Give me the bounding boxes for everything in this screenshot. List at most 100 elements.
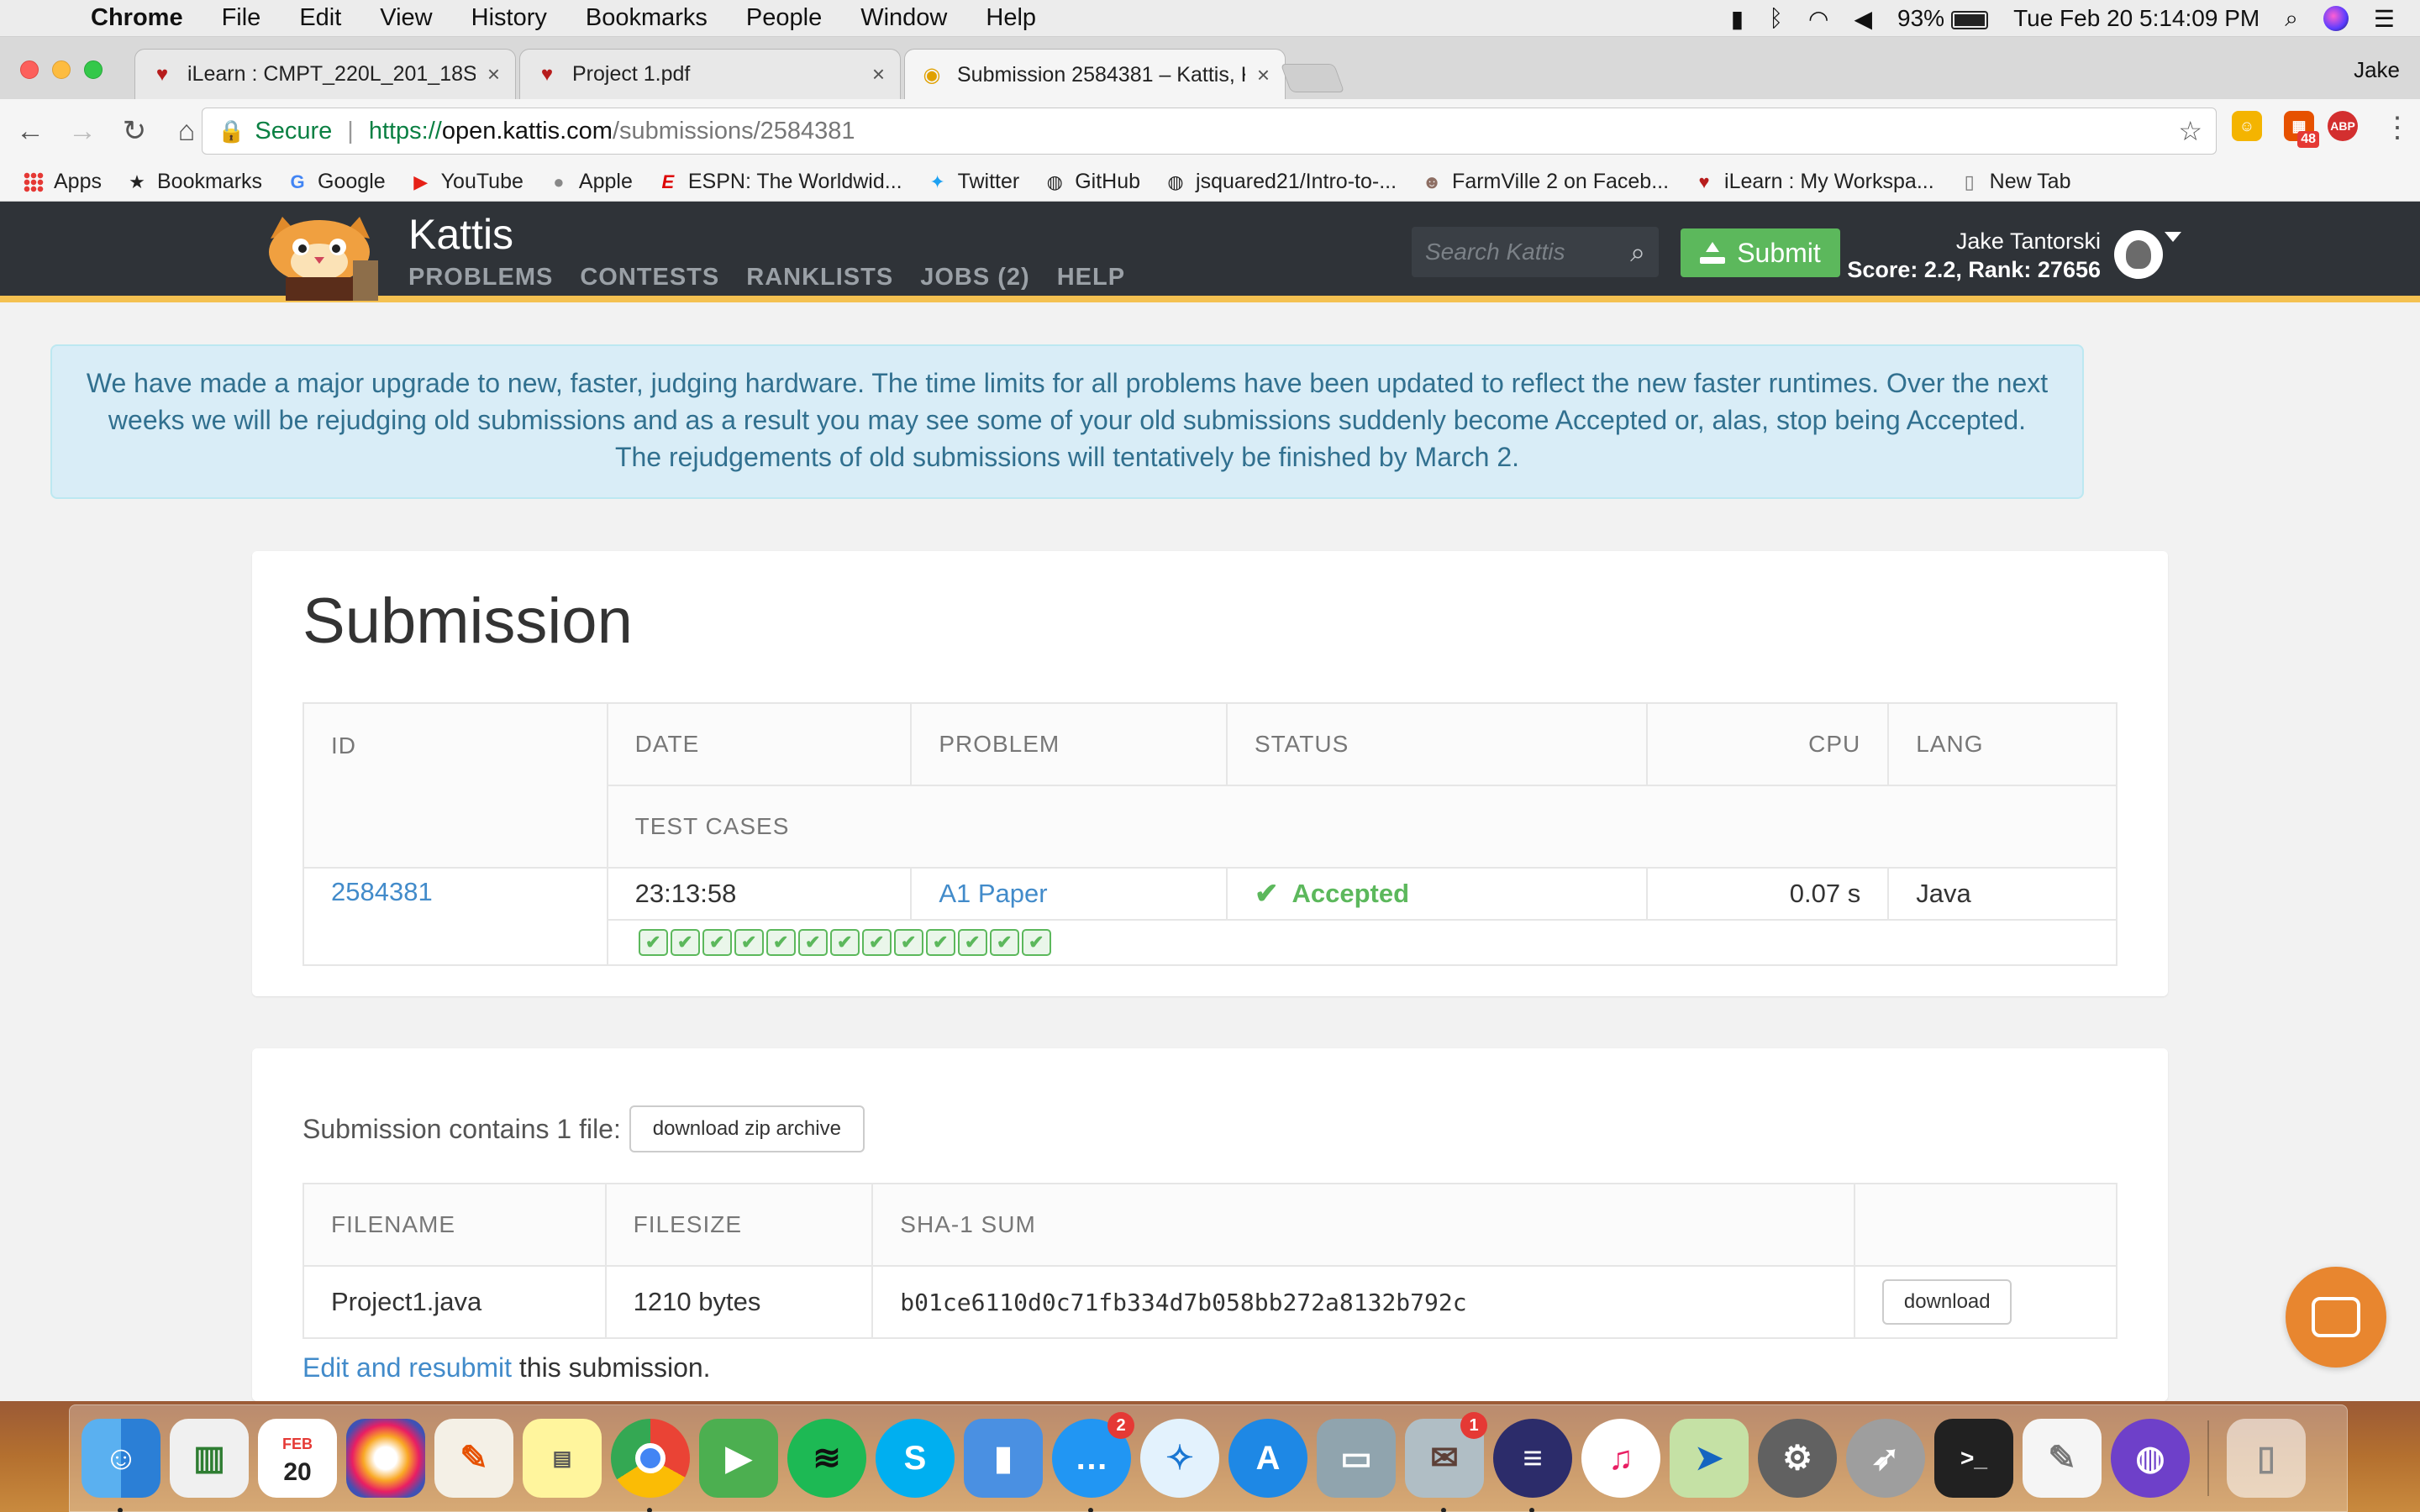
edit-resubmit-link[interactable]: Edit and resubmit — [302, 1352, 512, 1383]
bookmark-status-icon[interactable]: ▮ — [1731, 5, 1744, 33]
forward-arrow-icon[interactable]: → — [60, 115, 104, 148]
trash-icon[interactable]: ▯ — [2227, 1419, 2306, 1498]
finder-icon[interactable]: ☺ — [82, 1419, 160, 1512]
facetime-icon[interactable]: ▶ — [699, 1419, 778, 1498]
search-icon[interactable]: ⌕ — [1630, 237, 1645, 269]
user-menu-caret-icon[interactable] — [2165, 232, 2181, 242]
calendar-icon[interactable]: FEB 20 — [258, 1419, 337, 1498]
tab-ilearn[interactable]: ♥ iLearn : CMPT_220L_201_18S : × — [134, 49, 516, 99]
menu-edit[interactable]: Edit — [299, 4, 341, 32]
system-preferences-icon[interactable]: ⚙ — [1758, 1419, 1837, 1498]
numbers-icon[interactable]: ▥ — [170, 1419, 249, 1498]
window-zoom-button[interactable] — [84, 60, 103, 79]
skype-icon[interactable]: S — [876, 1419, 955, 1498]
github-desktop-icon[interactable]: ◍ — [2111, 1419, 2190, 1498]
chrome-icon[interactable] — [611, 1419, 690, 1512]
kattis-logo[interactable] — [252, 213, 390, 301]
test-case-check-icon[interactable]: ✔ — [638, 929, 668, 956]
bookmark-apps[interactable]: Apps — [22, 170, 102, 194]
tab-close-icon[interactable]: × — [872, 61, 885, 87]
chat-launcher-button[interactable] — [2286, 1267, 2386, 1368]
itunes-icon[interactable]: ♫ — [1581, 1419, 1660, 1498]
maps-icon[interactable]: ➤ — [1670, 1419, 1749, 1498]
problem-link[interactable]: A1 Paper — [939, 879, 1047, 908]
extension-icon[interactable]: ☺ — [2232, 111, 2262, 141]
spotify-icon[interactable]: ≋ — [787, 1419, 866, 1498]
chrome-menu-icon[interactable]: ⋮ — [2383, 111, 2412, 144]
test-case-check-icon[interactable]: ✔ — [797, 929, 828, 956]
tab-close-icon[interactable]: × — [487, 61, 500, 87]
notification-center-icon[interactable]: ☰ — [2374, 5, 2395, 33]
bookmark-bookmarks[interactable]: ★ Bookmarks — [125, 170, 262, 194]
siri-icon[interactable] — [2323, 6, 2349, 31]
adblock-plus-icon[interactable]: ABP — [2328, 111, 2358, 141]
new-tab-button[interactable] — [1280, 64, 1345, 92]
menu-app-name[interactable]: Chrome — [91, 4, 183, 32]
battery-status[interactable]: 93% — [1897, 5, 1989, 32]
clock[interactable]: Tue Feb 20 5:14:09 PM — [2013, 5, 2260, 32]
bookmark-jsquared21[interactable]: ◍ jsquared21/Intro-to-... — [1164, 170, 1397, 194]
terminal-icon[interactable]: >_ — [1934, 1419, 2013, 1498]
test-case-check-icon[interactable]: ✔ — [734, 929, 764, 956]
keynote-icon[interactable]: ▭ — [1317, 1419, 1396, 1498]
test-case-check-icon[interactable]: ✔ — [957, 929, 987, 956]
download-button[interactable]: download — [1882, 1279, 2012, 1325]
nav-problems[interactable]: PROBLEMS — [408, 264, 553, 291]
bookmark-apple[interactable]: ● Apple — [547, 170, 633, 194]
launchpad-icon[interactable]: ➶ — [1846, 1419, 1925, 1498]
safari-icon[interactable]: ✧ — [1140, 1419, 1219, 1498]
photos-icon[interactable] — [346, 1419, 425, 1498]
app-store-icon[interactable]: A — [1228, 1419, 1307, 1498]
bookmark-twitter[interactable]: ✦ Twitter — [926, 170, 1019, 194]
reload-icon[interactable]: ↻ — [113, 114, 156, 148]
wifi-icon[interactable]: ◠ — [1808, 5, 1828, 33]
test-case-check-icon[interactable]: ✔ — [829, 929, 860, 956]
bookmark-youtube[interactable]: ▶ YouTube — [409, 170, 523, 194]
test-case-check-icon[interactable]: ✔ — [1021, 929, 1051, 956]
test-case-check-icon[interactable]: ✔ — [670, 929, 700, 956]
bookmark-new-tab[interactable]: ▯ New Tab — [1958, 170, 2071, 194]
bookmark-star-icon[interactable]: ☆ — [2178, 115, 2202, 147]
test-case-check-icon[interactable]: ✔ — [989, 929, 1019, 956]
messages-icon[interactable]: … 2 — [1052, 1412, 1134, 1512]
calendar-extension-icon[interactable]: ▦ 48 — [2284, 111, 2319, 148]
test-case-check-icon[interactable]: ✔ — [893, 929, 923, 956]
avatar[interactable] — [2114, 230, 2163, 279]
menu-history[interactable]: History — [471, 4, 547, 32]
test-case-check-icon[interactable]: ✔ — [765, 929, 796, 956]
textedit-icon[interactable]: ✎ — [2023, 1419, 2102, 1498]
nav-ranklists[interactable]: RANKLISTS — [746, 264, 893, 291]
nav-contests[interactable]: CONTESTS — [580, 264, 719, 291]
back-arrow-icon[interactable]: ← — [8, 115, 52, 148]
test-case-check-icon[interactable]: ✔ — [925, 929, 955, 956]
test-case-check-icon[interactable]: ✔ — [702, 929, 732, 956]
menu-window[interactable]: Window — [860, 4, 947, 32]
menu-file[interactable]: File — [222, 4, 261, 32]
window-close-button[interactable] — [20, 60, 39, 79]
stickies-icon[interactable]: ▤ — [523, 1419, 602, 1498]
tab-project-pdf[interactable]: ♥ Project 1.pdf × — [519, 49, 901, 99]
nav-jobs[interactable]: JOBS (2) — [920, 264, 1029, 291]
chrome-profile-name[interactable]: Jake — [2354, 57, 2400, 83]
bluetooth-icon[interactable]: ᛒ — [1769, 5, 1783, 32]
bookmark-farmville[interactable]: ☻ FarmVille 2 on Faceb... — [1420, 170, 1669, 194]
site-brand[interactable]: Kattis — [408, 210, 513, 259]
test-case-check-icon[interactable]: ✔ — [861, 929, 892, 956]
search-input[interactable]: Search Kattis ⌕ — [1412, 227, 1659, 277]
tab-submission[interactable]: ◉ Submission 2584381 – Kattis, K × — [904, 49, 1286, 101]
menu-view[interactable]: View — [380, 4, 432, 32]
pages-icon[interactable]: ✎ — [434, 1419, 513, 1498]
menu-bookmarks[interactable]: Bookmarks — [586, 4, 708, 32]
bookmark-github[interactable]: ◍ GitHub — [1043, 170, 1140, 194]
menu-people[interactable]: People — [746, 4, 822, 32]
download-zip-button[interactable]: download zip archive — [629, 1105, 865, 1152]
submission-id-link[interactable]: 2584381 — [331, 877, 433, 906]
menu-help[interactable]: Help — [986, 4, 1036, 32]
bookmark-ilearn[interactable]: ♥ iLearn : My Workspa... — [1692, 170, 1934, 194]
bookmark-espn[interactable]: E ESPN: The Worldwid... — [656, 170, 902, 194]
bookmark-google[interactable]: G Google — [286, 170, 385, 194]
nav-help[interactable]: HELP — [1057, 264, 1125, 291]
window-minimize-button[interactable] — [52, 60, 71, 79]
spotlight-search-icon[interactable]: ⌕ — [2285, 5, 2298, 33]
bookmark-app-icon[interactable]: ▮ — [964, 1419, 1043, 1498]
